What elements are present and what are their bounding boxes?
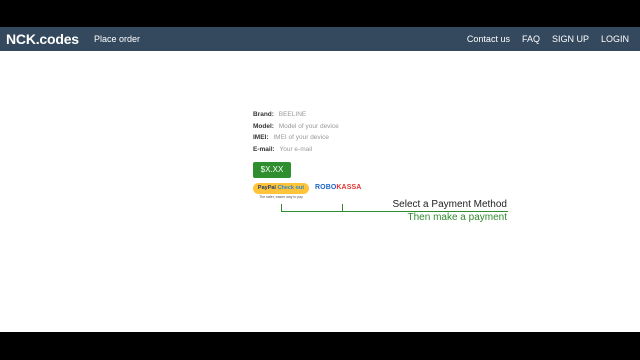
imei-input[interactable]: IMEI of your device bbox=[273, 134, 329, 141]
robokassa-logo-part2: KASSA bbox=[336, 184, 362, 191]
login-link[interactable]: LOGIN bbox=[601, 33, 629, 45]
contact-us-link[interactable]: Contact us bbox=[467, 33, 510, 45]
price-button[interactable]: $X.XX bbox=[253, 162, 291, 178]
paypal-tagline: The safer, easier way to pay bbox=[259, 195, 303, 199]
robokassa-logo-part1: ROBO bbox=[315, 184, 337, 191]
top-navbar: NCK.codes Place order Contact us FAQ SIG… bbox=[0, 27, 640, 51]
email-label: E-mail: bbox=[253, 145, 275, 153]
imei-row: IMEI: IMEI of your device bbox=[253, 132, 339, 144]
model-input[interactable]: Model of your device bbox=[279, 123, 339, 130]
annotation-make-payment: Then make a payment bbox=[407, 212, 508, 223]
annotation-select-method: Select a Payment Method bbox=[392, 199, 507, 210]
brand-value: BEELINE bbox=[278, 111, 307, 118]
paypal-logo: PayPal bbox=[257, 185, 276, 191]
page: NCK.codes Place order Contact us FAQ SIG… bbox=[0, 27, 640, 332]
paypal-pill: PayPal Check out bbox=[253, 183, 309, 194]
sign-up-link[interactable]: SIGN UP bbox=[552, 33, 589, 45]
nav-links: Contact us FAQ SIGN UP LOGIN bbox=[467, 33, 629, 45]
brand-logo[interactable]: NCK.codes bbox=[6, 30, 79, 48]
faq-link[interactable]: FAQ bbox=[522, 33, 540, 45]
imei-label: IMEI: bbox=[253, 134, 269, 141]
email-input[interactable]: Your e-mail bbox=[279, 146, 312, 153]
place-order-link[interactable]: Place order bbox=[94, 33, 140, 45]
model-label: Model: bbox=[253, 122, 274, 130]
paypal-action: Check out bbox=[277, 185, 305, 191]
brand-row: Brand: BEELINE bbox=[253, 109, 339, 121]
email-row: E-mail: Your e-mail bbox=[253, 144, 339, 156]
order-form: Brand: BEELINE Model: Model of your devi… bbox=[253, 109, 339, 155]
model-row: Model: Model of your device bbox=[253, 121, 339, 133]
brand-label: Brand: bbox=[253, 111, 274, 118]
paypal-checkout-button[interactable]: PayPal Check out The safer, easier way t… bbox=[253, 183, 309, 203]
robokassa-button[interactable]: ROBOKASSA bbox=[315, 183, 361, 193]
